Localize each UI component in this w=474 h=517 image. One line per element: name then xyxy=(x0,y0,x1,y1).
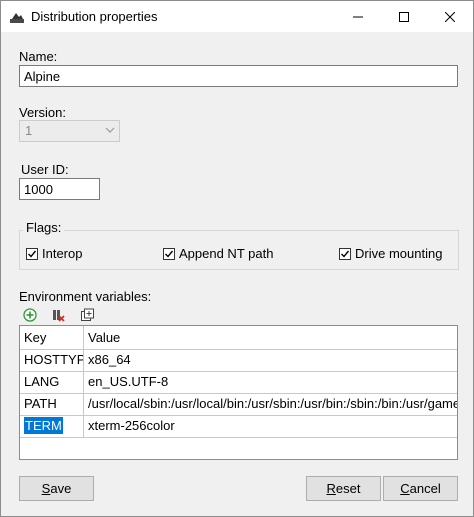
key-cell[interactable]: PATH xyxy=(20,393,84,415)
check-icon xyxy=(28,250,37,258)
value-cell[interactable]: en_US.UTF-8 xyxy=(84,371,457,393)
window-title: Distribution properties xyxy=(31,9,158,24)
column-header-key[interactable]: Key xyxy=(20,326,84,349)
reset-label: eset xyxy=(335,481,361,496)
name-input[interactable]: Alpine xyxy=(19,65,458,87)
interop-label: Interop xyxy=(42,246,83,261)
flags-label: Flags: xyxy=(23,220,65,235)
value-cell[interactable]: xterm-256color xyxy=(84,415,457,437)
checkbox-box xyxy=(163,247,175,260)
userid-label: User ID: xyxy=(21,162,69,177)
table-row[interactable]: TERM xterm-256color xyxy=(20,415,457,438)
minimize-icon xyxy=(353,16,363,17)
key-cell[interactable]: HOSTTYPE xyxy=(20,349,84,371)
value-cell[interactable]: x86_64 xyxy=(84,349,457,371)
delete-icon xyxy=(53,310,65,322)
title-bar[interactable]: Distribution properties xyxy=(1,1,473,32)
distribution-properties-window: Distribution properties Name: Alpine Ver… xyxy=(0,0,474,517)
drive-mounting-label: Drive mounting xyxy=(355,246,443,261)
maximize-icon xyxy=(399,11,409,22)
maximize-button[interactable] xyxy=(381,1,427,32)
reset-button[interactable]: Reset xyxy=(306,476,381,501)
version-label: Version: xyxy=(19,105,66,120)
close-button[interactable] xyxy=(427,1,473,32)
drive-mounting-checkbox[interactable]: Drive mounting xyxy=(339,246,442,261)
name-label: Name: xyxy=(19,49,58,64)
save-label: ave xyxy=(50,481,72,496)
checkbox-box xyxy=(26,247,38,260)
key-cell[interactable]: LANG xyxy=(20,371,84,393)
key-cell-editing[interactable]: TERM xyxy=(20,415,84,437)
add-icon xyxy=(23,308,37,322)
userid-input[interactable]: 1000 xyxy=(19,178,100,200)
table-header: Key Value xyxy=(20,326,457,350)
table-row[interactable]: PATH /usr/local/sbin:/usr/local/bin:/usr… xyxy=(20,393,457,416)
version-value: 1 xyxy=(25,123,33,138)
append-nt-path-label: Append NT path xyxy=(179,246,274,261)
check-icon xyxy=(341,250,350,258)
distro-icon xyxy=(10,13,24,23)
save-button[interactable]: Save xyxy=(19,476,94,501)
minimize-button[interactable] xyxy=(335,1,381,32)
append-nt-path-checkbox[interactable]: Append NT path xyxy=(163,246,273,261)
table-row[interactable]: HOSTTYPE x86_64 xyxy=(20,349,457,372)
reset-accel-key: R xyxy=(326,481,336,496)
value-cell[interactable]: /usr/local/sbin:/usr/local/bin:/usr/sbin… xyxy=(84,393,457,415)
column-header-value[interactable]: Value xyxy=(84,326,457,349)
version-dropdown[interactable]: 1 xyxy=(19,120,120,142)
cancel-label: ancel xyxy=(409,481,441,496)
env-variables-table[interactable]: Key Value HOSTTYPE x86_64 LANG en_US.UTF… xyxy=(19,325,458,460)
table-row[interactable]: LANG en_US.UTF-8 xyxy=(20,371,457,394)
userid-value: 1000 xyxy=(24,182,53,197)
chevron-down-icon xyxy=(105,127,115,133)
selected-key-text[interactable]: TERM xyxy=(24,417,63,434)
duplicate-icon xyxy=(81,308,94,321)
cancel-button[interactable]: Cancel xyxy=(383,476,458,501)
checkbox-box xyxy=(339,247,351,260)
interop-checkbox[interactable]: Interop xyxy=(26,246,82,261)
duplicate-variable-button[interactable] xyxy=(78,306,96,324)
name-value: Alpine xyxy=(24,69,61,84)
cancel-accel-key: C xyxy=(400,481,410,496)
add-variable-button[interactable] xyxy=(21,306,39,324)
delete-variable-button[interactable] xyxy=(49,306,67,324)
close-icon xyxy=(445,11,455,22)
check-icon xyxy=(165,250,174,258)
env-vars-label: Environment variables: xyxy=(19,289,152,304)
